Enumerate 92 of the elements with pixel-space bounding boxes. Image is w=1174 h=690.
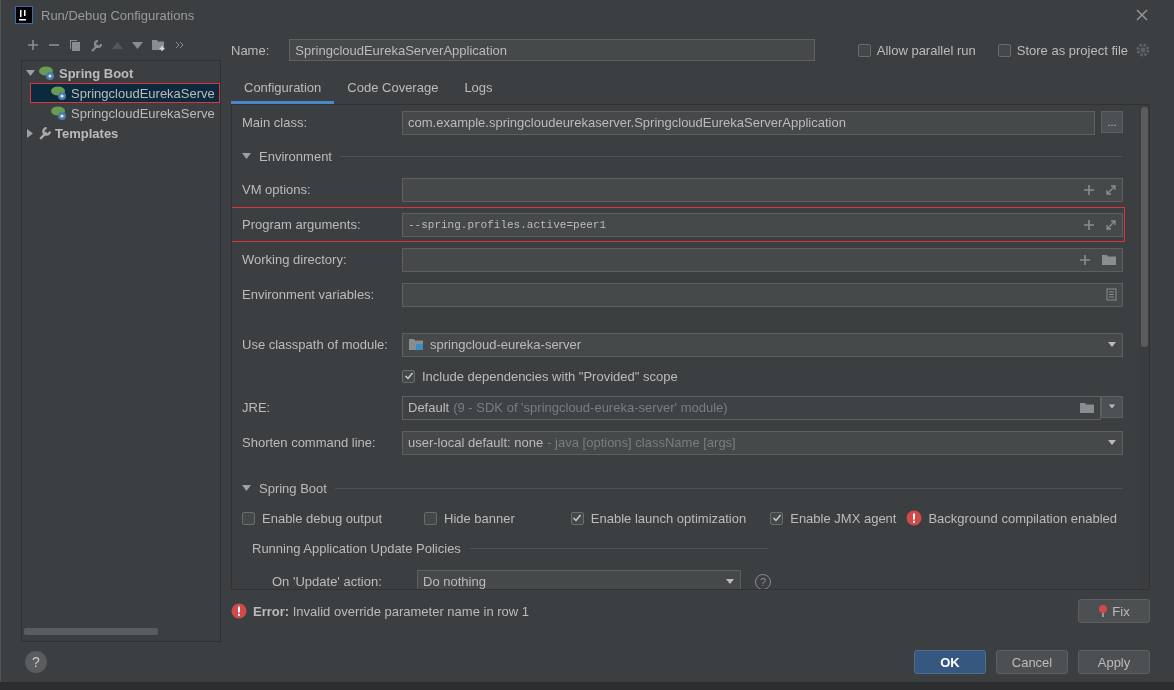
plus-icon[interactable] [1083,218,1095,231]
jre-field[interactable]: Default (9 - SDK of 'springcloud-eureka-server' module) [402,395,1101,420]
field-label: Shorten command line: [242,435,377,450]
module-dropdown[interactable]: springcloud-eureka-server [402,332,1123,357]
text-field[interactable]: --spring.profiles.active=peer1 [402,212,1123,237]
tree-item[interactable]: SpringcloudEurekaServe [22,103,220,123]
field-label: VM options: [242,182,312,197]
checkbox[interactable] [424,511,437,525]
copy-icon[interactable] [69,38,81,52]
expand-icon[interactable] [1105,183,1117,196]
collapse-arrow-icon[interactable] [242,483,251,493]
bulb-icon [1098,604,1109,618]
tree-label: Templates [55,125,119,141]
dropdown-button[interactable] [1101,395,1123,418]
field-label: Main class: [242,115,309,130]
tree-label: SpringcloudEurekaServe [71,105,215,121]
scrollbar[interactable] [24,628,158,635]
checkbox[interactable] [242,511,255,525]
field-label: On 'Update' action: [272,574,383,589]
tab[interactable]: Logs [451,70,506,104]
field-label: Environment variables: [242,287,376,302]
checkbox-label: Include dependencies with "Provided" scope [422,368,678,384]
dropdown-arrow-icon[interactable] [1108,403,1116,410]
more-icon[interactable] [175,41,184,49]
settings-icon[interactable] [1136,43,1150,57]
main-class-field[interactable]: com.example.springcloudeurekaserver.SpringcloudEurekaServerApplication [402,110,1095,135]
text-field[interactable] [402,282,1123,307]
dropdown-arrow-icon[interactable] [1107,439,1117,446]
option-label: Store as project file [1016,42,1128,58]
checkbox[interactable] [770,511,784,525]
dropdown-arrow-icon[interactable] [725,578,735,585]
section-title: Environment [259,148,332,164]
dialog-button[interactable]: Apply [1078,650,1150,674]
plus-icon[interactable] [1079,253,1091,266]
plus-icon[interactable] [1083,183,1095,196]
text-field[interactable] [402,247,1123,272]
help-button[interactable]: ? [25,651,47,673]
fix-button[interactable]: Fix [1078,599,1150,623]
dialog-button[interactable]: OK [914,650,986,674]
folder-icon[interactable] [1079,401,1095,414]
tree-item[interactable]: SpringcloudEurekaServe [30,83,220,103]
error-icon [231,603,247,619]
tree-label: Spring Boot [59,65,134,81]
error-message: Error: Invalid override parameter name in row 1 [253,603,529,619]
name-field[interactable]: SpringcloudEurekaServerApplication [289,39,816,61]
section-title: Spring Boot [259,480,327,496]
dropdown-arrow-icon[interactable] [1107,341,1117,348]
wrench-icon [38,126,52,140]
field-label: JRE: [242,400,272,415]
collapse-arrow-icon[interactable] [242,151,251,161]
expand-arrow-icon[interactable] [26,68,35,78]
scrollbar-thumb[interactable] [1140,107,1148,347]
field-label: Working directory: [242,252,348,267]
tab[interactable]: Configuration [231,70,335,104]
close-icon[interactable] [1136,9,1148,21]
checkbox[interactable] [570,511,584,525]
run-config-icon [50,105,68,121]
checkbox-label: Enable debug output [262,510,382,526]
checkbox-label: Enable launch optimization [590,510,747,526]
update-action-dropdown[interactable]: Do nothing [417,569,741,589]
name-label: Name: [231,42,270,58]
warning-text: Background compilation enabled [928,510,1118,526]
move-down-icon[interactable] [132,41,143,49]
expand-arrow-icon[interactable] [26,128,35,138]
browse-button[interactable]: ... [1101,110,1123,133]
tab[interactable]: Code Coverage [334,70,452,104]
expand-icon[interactable] [1105,218,1117,231]
app-logo-icon [15,6,33,24]
new-folder-icon[interactable] [152,39,166,51]
add-icon[interactable] [27,39,39,51]
field-label: Use classpath of module: [242,337,389,352]
checkbox-label: Enable JMX agent [790,510,897,526]
module-folder-icon [408,338,424,351]
field-label: Program arguments: [242,217,362,232]
checkbox[interactable] [402,369,415,383]
wrench-icon[interactable] [90,38,103,52]
tree-item[interactable]: Spring Boot [22,63,220,83]
section-title: Running Application Update Policies [252,540,461,556]
dialog-button[interactable]: Cancel [996,650,1068,674]
checkbox-label: Hide banner [444,510,515,526]
tree-item[interactable]: Templates [22,123,220,143]
document-icon[interactable] [1106,288,1117,301]
text-field[interactable] [402,177,1123,202]
window-title: Run/Debug Configurations [41,7,196,23]
checkbox[interactable] [997,43,1011,57]
error-icon [906,510,923,526]
spring-icon [38,65,56,81]
run-config-icon [50,85,68,101]
folder-icon[interactable] [1101,253,1117,266]
tree-label: SpringcloudEurekaServe [71,85,215,101]
option-label: Allow parallel run [876,42,976,58]
checkbox[interactable] [857,43,871,57]
